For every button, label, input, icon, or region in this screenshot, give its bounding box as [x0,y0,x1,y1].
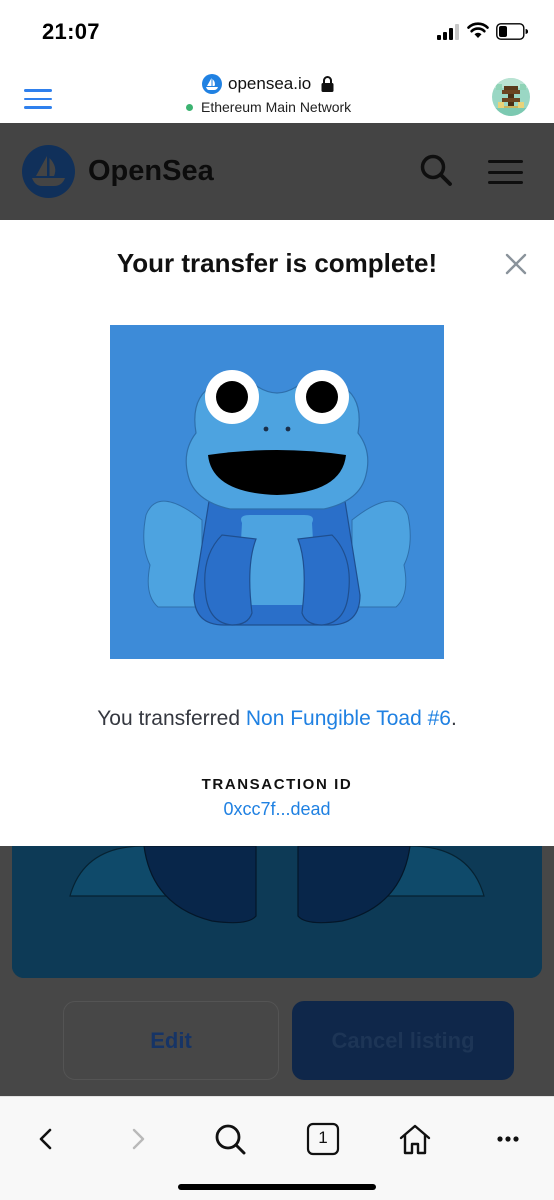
transaction-id-link[interactable]: 0xcc7f...dead [0,799,554,820]
browser-address-bar: opensea.io Ethereum Main Network [0,60,554,123]
site-menu-icon[interactable] [488,160,523,184]
page-content-dimmed: Edit Cancel listing [0,846,554,1096]
network-name: Ethereum Main Network [201,99,352,115]
nft-image-dimmed [12,846,542,978]
edit-button[interactable]: Edit [63,1001,279,1080]
transfer-complete-modal: Your transfer is complete! You transferr… [0,220,554,846]
modal-title: Your transfer is complete! [116,248,438,278]
lock-icon [321,76,334,92]
site-address[interactable]: opensea.io [202,73,334,95]
nft-toad-image [110,325,444,659]
opensea-logo-icon[interactable] [22,145,75,198]
tab-count: 1 [318,1128,328,1147]
forward-icon[interactable] [120,1121,156,1157]
transfer-message-prefix: You transferred [97,707,246,730]
transfer-message: You transferred Non Fungible Toad #6. [0,707,554,731]
site-header: OpenSea [0,123,554,220]
battery-icon [496,23,528,40]
transaction-id-label: TRANSACTION ID [201,776,353,793]
network-indicator: Ethereum Main Network [186,99,351,115]
home-icon[interactable] [397,1121,433,1157]
signal-icon [437,24,459,40]
wallet-menu-icon[interactable] [24,89,52,109]
back-icon[interactable] [28,1121,64,1157]
opensea-favicon-icon [202,74,222,94]
tabs-icon[interactable]: 1 [305,1121,341,1157]
site-domain: opensea.io [228,74,312,93]
nft-name-link[interactable]: Non Fungible Toad #6 [246,707,451,730]
wifi-icon [467,22,489,38]
cancel-listing-button[interactable]: Cancel listing [292,1001,514,1080]
wallet-avatar[interactable] [492,78,530,116]
search-icon[interactable] [419,153,453,187]
browser-toolbar: 1 [0,1096,554,1200]
search-icon[interactable] [212,1121,248,1157]
network-status-dot [186,103,193,111]
status-time: 21:07 [42,19,100,44]
transfer-message-suffix: . [450,707,457,730]
site-brand[interactable]: OpenSea [88,155,214,188]
more-icon[interactable] [490,1121,526,1157]
close-icon[interactable] [504,252,528,276]
home-indicator [178,1184,376,1190]
status-bar: 21:07 [0,0,554,60]
